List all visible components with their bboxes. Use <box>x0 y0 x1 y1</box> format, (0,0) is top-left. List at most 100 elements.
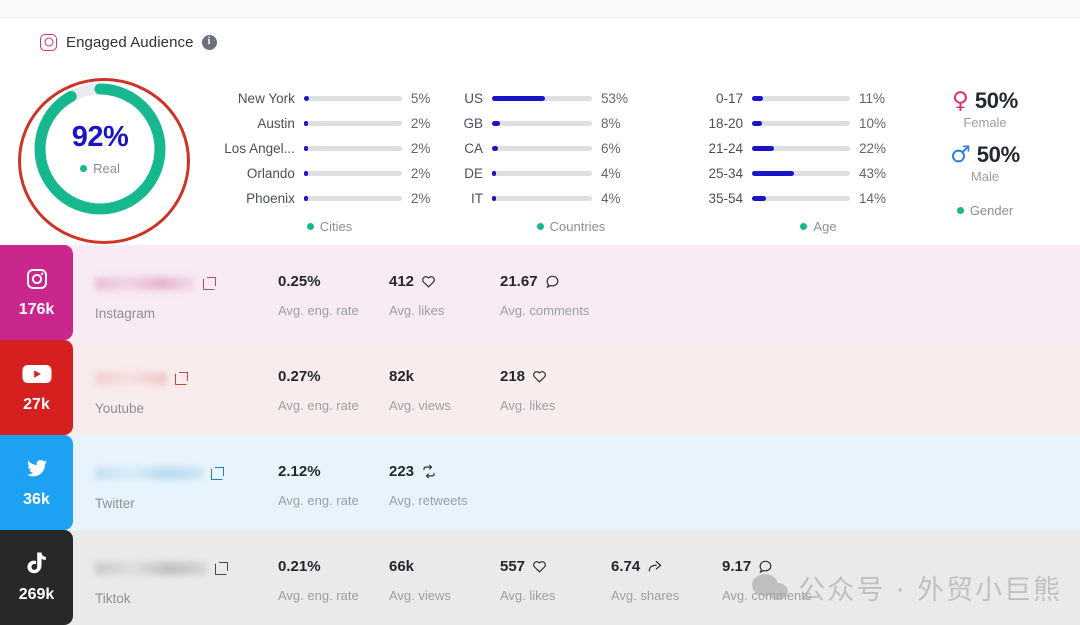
page-title: Engaged Audience <box>66 33 194 51</box>
metric-value: 21.67 <box>500 273 538 290</box>
cities-legend-label: Cities <box>319 219 353 234</box>
metric-label: Avg. eng. rate <box>278 588 359 603</box>
metric-value: 223 <box>389 463 415 480</box>
platform-tile-tiktok[interactable]: 269k <box>0 530 73 625</box>
instagram-icon <box>25 266 49 292</box>
platform-metrics-instagram: 0.25% Avg. eng. rate 412 Avg. likes 21.6… <box>278 245 1080 340</box>
platform-row-tiktok[interactable]: 269k Tiktok 0.21% Avg. eng. rate 66k Avg… <box>0 530 1080 625</box>
platform-name: Instagram <box>95 306 156 321</box>
tiktok-icon <box>25 551 49 577</box>
cities-bar-row: Los Angel... 2% <box>200 136 445 161</box>
engaged-audience-panel: Engaged Audience i 92% Real New York 5% … <box>0 0 1080 625</box>
platform-metrics-youtube: 0.27% Avg. eng. rate 82k Avg. views 218 <box>278 340 1080 435</box>
comment-icon <box>758 559 773 574</box>
page-top-strip <box>0 0 1080 18</box>
bar-track <box>752 121 850 126</box>
bar-label: CA <box>464 141 483 156</box>
platform-row-youtube[interactable]: 27k Youtube 0.27% Avg. eng. rate 82k Avg… <box>0 340 1080 435</box>
bar-fill <box>492 121 500 126</box>
metric: 218 Avg. likes <box>500 366 611 435</box>
platform-row-instagram[interactable]: 176k Instagram 0.25% Avg. eng. rate 412 … <box>0 245 1080 340</box>
cities-bar-row: Austin 2% <box>200 111 445 136</box>
bar-fill <box>492 96 545 101</box>
countries-legend: Countries <box>445 219 685 234</box>
bar-percent: 10% <box>859 116 887 131</box>
platform-handle-twitter[interactable]: Twitter <box>73 435 278 530</box>
bar-track <box>752 146 850 151</box>
countries-legend-label: Countries <box>549 219 606 234</box>
bar-label: GB <box>463 116 483 131</box>
real-score-legend: Real <box>80 161 120 176</box>
cities-legend: Cities <box>200 219 445 234</box>
bar-fill <box>303 121 308 126</box>
handle-line[interactable] <box>95 558 278 578</box>
metric-value: 82k <box>389 368 415 385</box>
external-link-icon[interactable] <box>211 466 224 480</box>
cities-bar-row: Orlando 2% <box>200 161 445 186</box>
platform-handle-youtube[interactable]: Youtube <box>73 340 278 435</box>
info-icon[interactable]: i <box>201 34 217 50</box>
gender-female-row: ♀ 50% <box>952 88 1018 114</box>
share-icon <box>647 559 663 574</box>
age-bar-row: 35-54 14% <box>685 186 930 211</box>
redacted-handle <box>95 466 203 480</box>
real-score-widget: 92% Real <box>0 66 200 245</box>
bar-percent: 43% <box>859 166 887 181</box>
metric-label: Avg. likes <box>389 303 445 318</box>
bar-track <box>752 196 850 201</box>
bar-track <box>303 146 402 151</box>
external-link-icon[interactable] <box>203 276 216 290</box>
platform-tile-youtube[interactable]: 27k <box>0 340 73 435</box>
gender-chart: ♀ 50% Female ♂ 50% Male Gender <box>930 66 1040 245</box>
legend-dot-icon <box>800 223 808 230</box>
metric-top: 0.21% <box>278 556 389 577</box>
metric-top: 82k <box>389 366 500 387</box>
metric-label: Avg. views <box>389 588 451 603</box>
bar-percent: 2% <box>410 141 431 156</box>
heart-icon <box>532 369 547 384</box>
handle-line[interactable] <box>95 273 278 293</box>
follower-count: 269k <box>18 586 55 603</box>
countries-bar-row: DE 4% <box>445 161 685 186</box>
bar-label: 25-34 <box>708 166 743 181</box>
bar-percent: 2% <box>410 116 431 131</box>
bar-track <box>303 96 402 101</box>
bar-fill <box>303 96 309 101</box>
bar-label: 18-20 <box>708 116 743 131</box>
metric-top: 66k <box>389 556 500 577</box>
metric-value: 9.17 <box>722 558 752 575</box>
metric: 21.67 Avg. comments <box>500 271 611 340</box>
retweet-icon <box>421 464 437 479</box>
follower-count: 27k <box>23 396 50 413</box>
metric-value: 0.25% <box>278 273 321 290</box>
bar-percent: 14% <box>859 191 887 206</box>
age-bar-row: 25-34 43% <box>685 161 930 186</box>
handle-line[interactable] <box>95 368 278 388</box>
platform-handle-instagram[interactable]: Instagram <box>73 245 278 340</box>
external-link-icon[interactable] <box>215 561 228 575</box>
metric: 557 Avg. likes <box>500 556 611 625</box>
platform-name: Twitter <box>95 496 135 511</box>
platform-tile-twitter[interactable]: 36k <box>0 435 73 530</box>
metric-top: 2.12% <box>278 461 389 482</box>
platform-tile-instagram[interactable]: 176k <box>0 245 73 340</box>
follower-count: 36k <box>23 491 50 508</box>
bar-percent: 53% <box>601 91 629 106</box>
bar-percent: 4% <box>601 191 621 206</box>
metric-label: Avg. likes <box>500 588 556 603</box>
female-percent: 50% <box>974 88 1018 113</box>
twitter-icon <box>24 456 50 482</box>
cities-bar-row: Phoenix 2% <box>200 186 445 211</box>
handle-line[interactable] <box>95 463 278 483</box>
age-legend-label: Age <box>813 219 837 234</box>
bar-track <box>492 196 592 201</box>
metric-value: 412 <box>389 273 415 290</box>
metric-label: Avg. eng. rate <box>278 493 359 508</box>
external-link-icon[interactable] <box>175 371 188 385</box>
platform-handle-tiktok[interactable]: Tiktok <box>73 530 278 625</box>
platform-row-twitter[interactable]: 36k Twitter 2.12% Avg. eng. rate 223 Avg… <box>0 435 1080 530</box>
metric-top: 9.17 <box>722 556 833 577</box>
bar-fill <box>752 121 762 126</box>
metric-value: 0.27% <box>278 368 321 385</box>
bar-label: IT <box>471 191 483 206</box>
